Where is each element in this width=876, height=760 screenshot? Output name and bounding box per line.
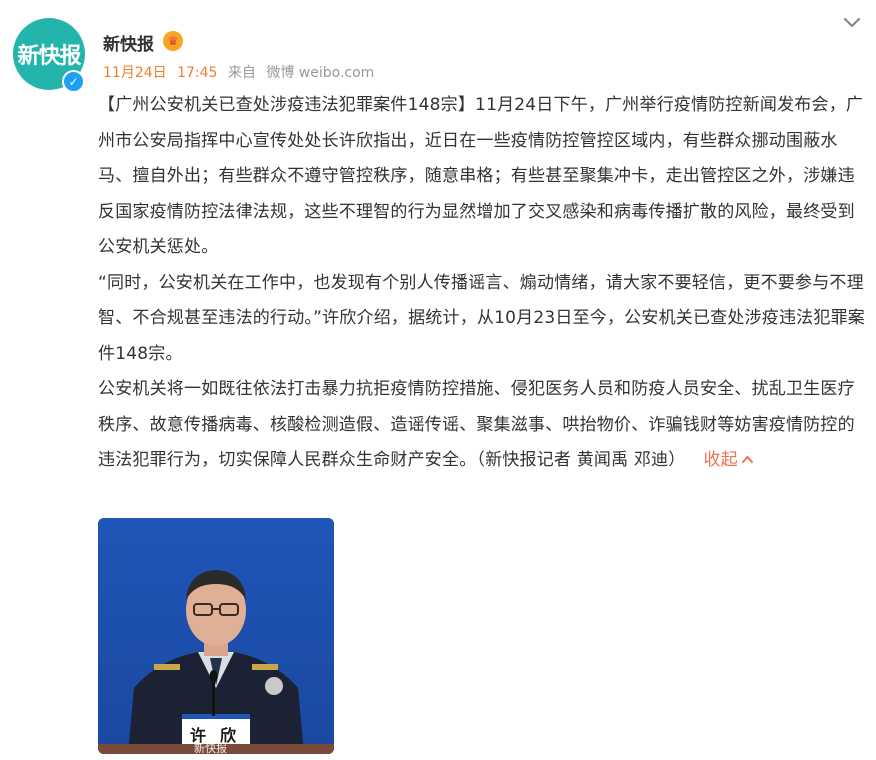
press-conference-photo	[98, 518, 334, 754]
chevron-up-icon	[741, 456, 753, 463]
verified-badge-icon: ✓	[62, 70, 85, 93]
collapse-label: 收起	[703, 450, 738, 470]
post-paragraph-1: 【广州公安机关已查处涉疫违法犯罪案件148宗】11月24日下午，广州举行疫情防控…	[98, 95, 864, 257]
post-paragraph-3: 公安机关将一如既往依法打击暴力抗拒疫情防控措施、侵犯医务人员和防疫人员安全、扰乱…	[98, 372, 868, 479]
avatar-logo-text: 新快报	[17, 43, 81, 69]
chevron-down-icon[interactable]	[840, 10, 864, 34]
post-time[interactable]: 17:45	[177, 65, 217, 81]
collapse-link[interactable]: 收起	[704, 450, 754, 470]
post-photo[interactable]: 许欣 新快报	[98, 518, 334, 754]
post-paragraph-2: “同时，公安机关在工作中，也发现有个别人传播谣言、煽动情绪，请大家不要轻信，更不…	[98, 272, 865, 364]
post-meta: 11月24日 17:45 来自 微博 weibo.com	[103, 62, 374, 82]
post-date[interactable]: 11月24日	[103, 65, 167, 81]
source-prefix: 来自	[227, 65, 256, 81]
post-content: 【广州公安机关已查处涉疫违法犯罪案件148宗】11月24日下午，广州举行疫情防控…	[98, 88, 868, 479]
username[interactable]: 新快报	[103, 30, 154, 55]
post-source: 微博 weibo.com	[266, 65, 375, 81]
photo-watermark: 新快报	[194, 742, 227, 754]
member-crown-icon[interactable]: ♛	[163, 31, 183, 51]
